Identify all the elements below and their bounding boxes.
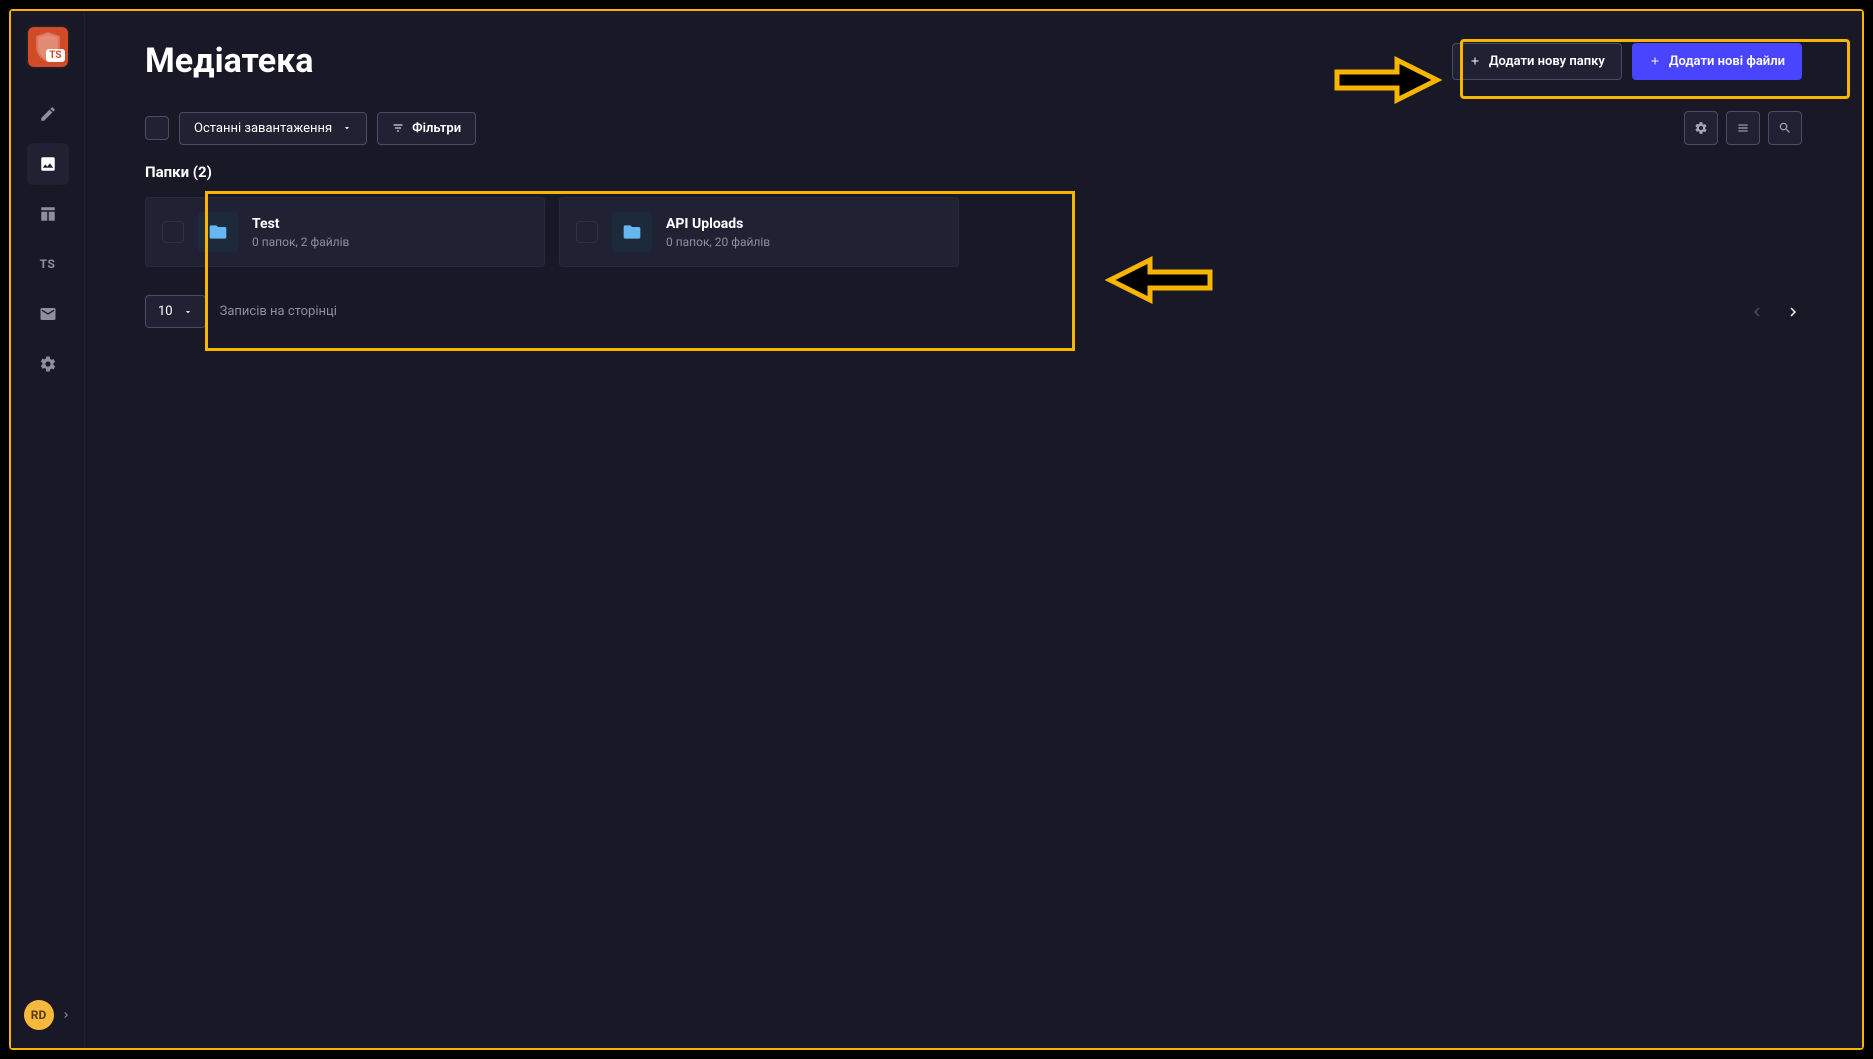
gear-icon	[1694, 121, 1708, 135]
chevron-left-icon	[1748, 303, 1766, 321]
caret-down-icon	[342, 123, 352, 133]
per-page-label: Записів на сторінці	[220, 304, 337, 319]
mail-icon	[39, 305, 57, 323]
logo-badge: TS	[46, 49, 64, 62]
add-assets-label: Додати нові файли	[1669, 54, 1785, 69]
sidebar-item-content-manager[interactable]	[27, 93, 69, 135]
prev-page-button[interactable]	[1748, 303, 1766, 321]
list-icon	[1736, 121, 1750, 135]
sort-label: Останні завантаження	[194, 121, 332, 136]
folder-icon	[622, 222, 642, 242]
main-content: Медіатека Додати нову папку Додати нові …	[85, 11, 1862, 1048]
list-view-button[interactable]	[1726, 111, 1760, 145]
plus-icon	[1469, 55, 1481, 67]
page-title: Медіатека	[145, 41, 313, 81]
folder-subtitle: 0 папок, 2 файлів	[252, 235, 349, 249]
gear-icon	[39, 355, 57, 373]
folders-grid: Test 0 папок, 2 файлів API Uploads 0 пап…	[145, 197, 1802, 267]
chevron-right-icon	[1784, 303, 1802, 321]
sidebar-item-email[interactable]	[27, 293, 69, 335]
add-folder-button[interactable]: Додати нову папку	[1452, 43, 1622, 80]
sidebar: TS TS RD	[11, 11, 85, 1048]
folder-subtitle: 0 папок, 20 файлів	[666, 235, 770, 249]
folder-card[interactable]: API Uploads 0 папок, 20 файлів	[559, 197, 959, 267]
filter-icon	[392, 122, 404, 134]
chevron-right-icon	[60, 1009, 72, 1021]
header-actions: Додати нову папку Додати нові файли	[1452, 43, 1802, 80]
app-logo[interactable]: TS	[28, 27, 68, 67]
add-folder-label: Додати нову папку	[1489, 54, 1605, 69]
caret-down-icon	[183, 307, 193, 317]
folder-iconbox	[198, 212, 238, 252]
folder-iconbox	[612, 212, 652, 252]
next-page-button[interactable]	[1784, 303, 1802, 321]
folder-select-checkbox[interactable]	[162, 221, 184, 243]
select-all-checkbox[interactable]	[145, 116, 169, 140]
configure-view-button[interactable]	[1684, 111, 1718, 145]
add-assets-button[interactable]: Додати нові файли	[1632, 43, 1802, 80]
ts-icon: TS	[40, 257, 56, 271]
page-size-select[interactable]: 10	[145, 295, 206, 328]
layout-icon	[39, 205, 57, 223]
folder-name: API Uploads	[666, 216, 770, 232]
folder-select-checkbox[interactable]	[576, 221, 598, 243]
avatar: RD	[24, 1000, 54, 1030]
sidebar-item-media-library[interactable]	[27, 143, 69, 185]
folder-icon	[208, 222, 228, 242]
search-icon	[1778, 121, 1792, 135]
image-icon	[39, 155, 57, 173]
sidebar-item-settings[interactable]	[27, 343, 69, 385]
plus-icon	[1649, 55, 1661, 67]
sidebar-item-content-types[interactable]	[27, 193, 69, 235]
edit-icon	[39, 105, 57, 123]
sort-select[interactable]: Останні завантаження	[179, 112, 367, 145]
search-button[interactable]	[1768, 111, 1802, 145]
folders-section-title: Папки (2)	[145, 163, 1802, 181]
user-menu[interactable]: RD	[24, 1000, 72, 1030]
sidebar-item-ts-plugin[interactable]: TS	[27, 243, 69, 285]
folder-card[interactable]: Test 0 папок, 2 файлів	[145, 197, 545, 267]
filters-button[interactable]: Фільтри	[377, 112, 476, 145]
folder-name: Test	[252, 216, 349, 232]
page-size-value: 10	[158, 304, 173, 319]
filters-label: Фільтри	[412, 121, 461, 136]
